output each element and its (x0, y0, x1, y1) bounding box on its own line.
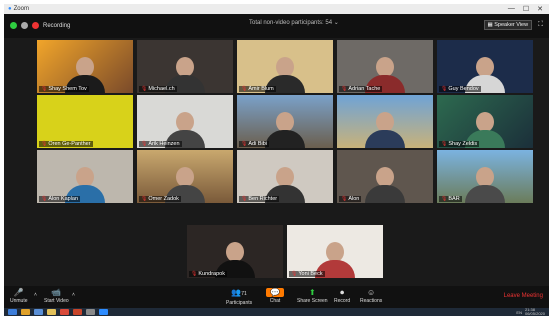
minimize-button[interactable]: — (508, 5, 515, 13)
mic-muted-icon: 🎙 (241, 86, 248, 92)
video-tile[interactable] (337, 95, 433, 148)
video-grid: 🎙 Shay Shem Tov 🎙 Michael.ch 🎙 Amir Blum 🎙 A… (4, 38, 549, 286)
meeting-topbar: Recording Total non-video participants: … (4, 14, 549, 38)
video-tile[interactable]: 🎙 Amir Blum (237, 40, 333, 93)
mic-muted-icon: 🎙 (441, 196, 448, 202)
audio-options-chevron[interactable]: ˄ (34, 292, 37, 298)
mic-muted-icon: 🎙 (141, 141, 148, 147)
recording-label: Recording (43, 22, 71, 29)
unmute-button[interactable]: 🎤 Unmute (10, 288, 28, 304)
language-indicator[interactable]: EN (516, 310, 522, 315)
mic-muted-icon: 🎙 (141, 86, 148, 92)
mic-muted-icon: 🎙 (441, 86, 448, 92)
video-tile[interactable]: 🎙 Alon Kaplan (37, 150, 133, 203)
mic-muted-icon: 🎙 (191, 271, 198, 277)
chrome-icon[interactable] (60, 309, 69, 315)
video-tile[interactable]: 🎙 Michael.ch (137, 40, 233, 93)
mic-muted-icon: 🎙 (441, 141, 448, 147)
record-button[interactable]: ⏺ Record (334, 288, 350, 304)
chevron-up-icon: ˄ (34, 292, 37, 298)
record-icon (32, 22, 39, 29)
grid-icon: ▦ (487, 22, 493, 28)
info-icon[interactable] (10, 22, 17, 29)
zoom-icon[interactable] (99, 309, 108, 315)
mic-muted-icon: 🎙 (341, 196, 348, 202)
video-tile[interactable]: 🎙 Adi Bibi (237, 95, 333, 148)
speaker-view-button[interactable]: ▦ Speaker View (483, 20, 533, 30)
microphone-icon: 🎤 (13, 288, 24, 297)
close-button[interactable]: ✕ (537, 5, 543, 13)
participants-button[interactable]: 👥71 Participants (226, 288, 252, 306)
video-tile[interactable]: 🎙 Kundrapok (187, 225, 283, 278)
chat-icon: 💬 (266, 288, 284, 297)
video-camera-icon: 📹 (51, 288, 62, 297)
chrome-icon[interactable] (21, 309, 30, 315)
share-screen-button[interactable]: ⬆ Share Screen (297, 288, 328, 304)
start-icon[interactable] (8, 309, 17, 315)
mic-muted-icon: 🎙 (41, 196, 48, 202)
mic-muted-icon: 🎙 (241, 141, 248, 147)
video-tile[interactable]: 🎙 Adrian Tache (337, 40, 433, 93)
mic-muted-icon: 🎙 (241, 196, 248, 202)
fullscreen-icon[interactable]: ⛶ (538, 21, 543, 29)
app-icon[interactable] (34, 309, 43, 315)
video-tile[interactable]: 🎙 Omer Zadok (137, 150, 233, 203)
non-video-participants[interactable]: Total non-video participants: 54 ⌄ (249, 19, 339, 26)
chevron-up-icon: ˄ (72, 292, 75, 298)
maximize-button[interactable]: ☐ (523, 5, 529, 13)
video-tile[interactable]: 🎙 Oren Ge-Panther (37, 95, 133, 148)
video-tile[interactable]: 🎙 Shay Zeldis (437, 95, 533, 148)
video-tile[interactable]: 🎙 Shay Shem Tov (37, 40, 133, 93)
zoom-icon: ● (8, 6, 12, 12)
leave-meeting-button[interactable]: Leave Meeting (504, 293, 543, 299)
mic-muted-icon: 🎙 (341, 86, 348, 92)
mic-muted-icon: 🎙 (141, 196, 148, 202)
video-tile[interactable]: 🎙 Guy Bendov (437, 40, 533, 93)
reactions-button[interactable]: ☺ Reactions (360, 288, 382, 304)
shield-icon[interactable] (21, 22, 28, 29)
mic-muted-icon: 🎙 (41, 86, 48, 92)
record-icon: ⏺ (340, 288, 345, 297)
video-tile[interactable]: 🎙 Ben Richter (237, 150, 333, 203)
window-titlebar: ● Zoom — ☐ ✕ (4, 4, 549, 14)
app-icon[interactable] (73, 309, 82, 315)
chat-button[interactable]: 💬 Chat (266, 288, 284, 304)
start-video-button[interactable]: 📹 Start Video (44, 288, 69, 304)
reactions-icon: ☺ (367, 288, 376, 297)
app-icon[interactable] (86, 309, 95, 315)
video-tile[interactable]: 🎙 Yoni Beck (287, 225, 383, 278)
zoom-screen: ● Zoom — ☐ ✕ Recording Total non-video p… (4, 4, 549, 316)
clock[interactable]: 21:38 06/05/2020 (525, 308, 545, 316)
app-title: ● Zoom (8, 6, 29, 12)
mic-muted-icon: 🎙 (291, 271, 298, 277)
mic-muted-icon: 🎙 (41, 141, 48, 147)
meeting-toolbar: 🎤 Unmute ˄ 📹 Start Video ˄ 👥71 Participa… (4, 286, 549, 308)
explorer-icon[interactable] (47, 309, 56, 315)
system-tray: EN 21:38 06/05/2020 (516, 308, 545, 316)
video-tile[interactable]: 🎙 Alon (337, 150, 433, 203)
share-screen-icon: ⬆ (308, 288, 316, 297)
video-tile[interactable]: 🎙 Arik Heinzen (137, 95, 233, 148)
chevron-down-icon: ⌄ (333, 20, 339, 26)
video-tile[interactable]: 🎙 BAR (437, 150, 533, 203)
video-options-chevron[interactable]: ˄ (72, 292, 75, 298)
participants-icon: 👥 (231, 288, 242, 297)
windows-taskbar: EN 21:38 06/05/2020 (4, 308, 549, 316)
